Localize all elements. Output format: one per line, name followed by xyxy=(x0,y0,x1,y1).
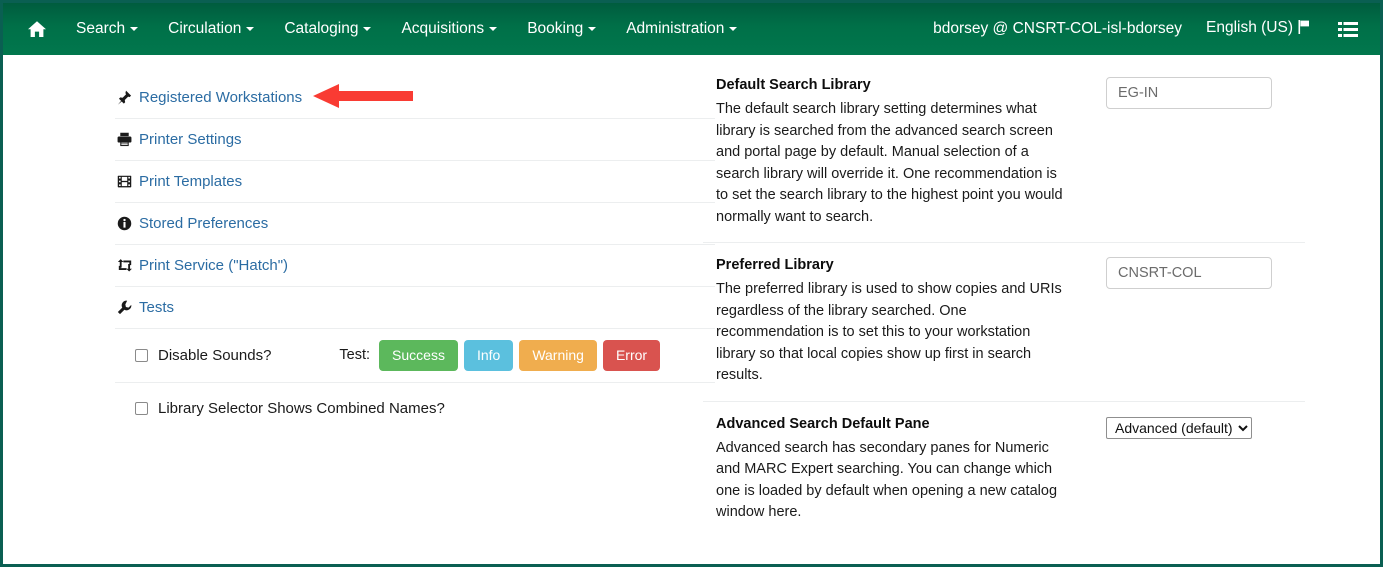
pref-control-default-search-library xyxy=(1068,77,1305,228)
disable-sounds-label[interactable]: Disable Sounds? xyxy=(158,347,271,364)
top-navbar: Search Circulation Cataloging Acquisitio… xyxy=(3,3,1380,55)
page-content: Registered Workstations Printer Settings… xyxy=(3,55,1380,564)
nav-menu-acquisitions-label: Acquisitions xyxy=(401,20,485,37)
nav-menu-search[interactable]: Search xyxy=(61,3,153,55)
link-registered-workstations[interactable]: Registered Workstations xyxy=(115,89,302,106)
disable-sounds-row: Disable Sounds? Test: Success Info Warni… xyxy=(115,329,715,383)
link-tests-label: Tests xyxy=(139,299,175,316)
settings-link-list: Registered Workstations Printer Settings… xyxy=(115,77,715,433)
link-print-templates-label: Print Templates xyxy=(139,173,243,190)
pref-block-preferred-library: Preferred Library The preferred library … xyxy=(703,243,1305,402)
exchange-icon xyxy=(115,258,134,273)
pref-title-default-search-library: Default Search Library xyxy=(716,77,871,93)
pref-text-default-search-library: Default Search Library The default searc… xyxy=(703,77,1068,228)
test-info-button[interactable]: Info xyxy=(463,340,514,371)
film-icon xyxy=(115,174,134,189)
pref-title-advanced-search-default-pane: Advanced Search Default Pane xyxy=(716,415,930,432)
disable-sounds-checkbox[interactable] xyxy=(135,349,148,362)
current-user-workstation[interactable]: bdorsey @ CNSRT-COL-isl-bdorsey xyxy=(919,20,1196,38)
wrench-icon xyxy=(115,300,134,315)
link-printer-settings[interactable]: Printer Settings xyxy=(115,131,242,148)
nav-menu-circulation-label: Circulation xyxy=(168,20,242,37)
nav-menu-booking[interactable]: Booking xyxy=(512,3,611,55)
language-selector[interactable]: English (US) xyxy=(1196,19,1316,39)
test-warning-button[interactable]: Warning xyxy=(519,340,597,371)
app-window: Search Circulation Cataloging Acquisitio… xyxy=(0,0,1383,567)
chevron-down-icon xyxy=(363,26,372,31)
link-stored-preferences-label: Stored Preferences xyxy=(139,215,269,232)
language-label: English (US) xyxy=(1206,19,1293,36)
pref-control-preferred-library xyxy=(1068,257,1305,387)
link-print-service-hatch[interactable]: Print Service ("Hatch") xyxy=(115,257,288,274)
test-error-button[interactable]: Error xyxy=(602,340,661,371)
test-sound-button-group: Test: Success Info Warning Error xyxy=(339,340,661,371)
pref-block-default-search-library: Default Search Library The default searc… xyxy=(703,77,1305,243)
chevron-down-icon xyxy=(588,26,597,31)
nav-menu-cataloging[interactable]: Cataloging xyxy=(269,3,386,55)
flag-icon xyxy=(1298,20,1310,39)
nav-menu-acquisitions[interactable]: Acquisitions xyxy=(386,3,512,55)
settings-row-tests: Tests xyxy=(115,287,715,329)
chevron-down-icon xyxy=(489,26,498,31)
nav-menu-administration-label: Administration xyxy=(626,20,725,37)
link-print-templates[interactable]: Print Templates xyxy=(115,173,242,190)
link-stored-preferences[interactable]: Stored Preferences xyxy=(115,215,268,232)
combined-names-checkbox[interactable] xyxy=(135,401,148,415)
pref-desc-advanced-search-default-pane: Advanced search has secondary panes for … xyxy=(716,439,1058,521)
printer-icon xyxy=(115,132,134,147)
link-registered-workstations-label: Registered Workstations xyxy=(139,89,303,106)
test-label: Test: xyxy=(339,347,371,364)
chevron-down-icon xyxy=(130,26,139,31)
workstation-settings-column: Registered Workstations Printer Settings… xyxy=(3,55,715,564)
test-success-button[interactable]: Success xyxy=(379,340,458,371)
combined-names-label[interactable]: Library Selector Shows Combined Names? xyxy=(158,400,445,417)
info-circle-icon xyxy=(115,216,134,231)
link-tests[interactable]: Tests xyxy=(115,299,174,316)
pref-text-preferred-library: Preferred Library The preferred library … xyxy=(703,257,1068,387)
nav-menu-search-label: Search xyxy=(76,20,126,37)
advanced-search-default-pane-select[interactable]: Advanced (default)NumericMARC Expert xyxy=(1106,416,1252,439)
settings-row-print-templates: Print Templates xyxy=(115,161,715,203)
chevron-down-icon xyxy=(729,26,738,31)
default-search-library-input[interactable] xyxy=(1106,77,1272,109)
preferred-library-input[interactable] xyxy=(1106,257,1272,289)
search-preferences-column: Default Search Library The default searc… xyxy=(703,55,1380,564)
home-icon[interactable] xyxy=(23,20,61,38)
combined-names-row: Library Selector Shows Combined Names? xyxy=(115,383,715,433)
pref-desc-default-search-library: The default search library setting deter… xyxy=(716,101,1063,225)
settings-row-printer-settings: Printer Settings xyxy=(115,119,715,161)
navbar-right-group: bdorsey @ CNSRT-COL-isl-bdorsey English … xyxy=(919,19,1366,39)
settings-row-print-service: Print Service ("Hatch") xyxy=(115,245,715,287)
chevron-down-icon xyxy=(246,26,255,31)
red-annotation-arrow xyxy=(313,84,413,108)
pref-title-preferred-library: Preferred Library xyxy=(716,257,834,273)
thumbtack-icon xyxy=(115,90,134,105)
pref-control-advanced-search-default-pane: Advanced (default)NumericMARC Expert xyxy=(1068,416,1305,524)
nav-menu-cataloging-label: Cataloging xyxy=(284,20,359,37)
pref-block-advanced-search-default-pane: Advanced Search Default Pane Advanced se… xyxy=(703,402,1305,538)
list-menu-icon[interactable] xyxy=(1316,21,1366,38)
nav-menu-booking-label: Booking xyxy=(527,20,584,37)
pref-text-advanced-search-default-pane: Advanced Search Default Pane Advanced se… xyxy=(703,416,1068,524)
nav-menu-administration[interactable]: Administration xyxy=(611,3,752,55)
link-printer-settings-label: Printer Settings xyxy=(139,131,242,148)
pref-desc-preferred-library: The preferred library is used to show co… xyxy=(716,281,1062,383)
navbar-left-group: Search Circulation Cataloging Acquisitio… xyxy=(23,3,752,55)
link-print-service-hatch-label: Print Service ("Hatch") xyxy=(139,257,289,274)
settings-row-registered-workstations: Registered Workstations xyxy=(115,77,715,119)
nav-menu-circulation[interactable]: Circulation xyxy=(153,3,269,55)
settings-row-stored-preferences: Stored Preferences xyxy=(115,203,715,245)
